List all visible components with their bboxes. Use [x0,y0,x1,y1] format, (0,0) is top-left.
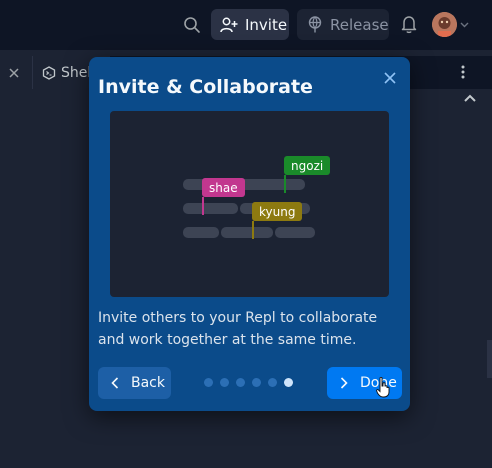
side-panel-edge [487,340,492,378]
step-dot[interactable] [220,378,229,387]
invite-button[interactable]: Invite [211,9,289,40]
release-label: Release [330,15,389,34]
chevron-right-icon [340,377,348,389]
back-label: Back [131,375,165,391]
invite-label: Invite [245,15,288,34]
back-button[interactable]: Back [98,367,171,399]
done-button[interactable]: Done [327,367,402,399]
cursor-flag-ngozi: ngozi [284,156,331,175]
step-dot[interactable] [268,378,277,387]
avatar[interactable] [432,12,457,37]
step-dot[interactable] [284,378,293,387]
more-options-icon[interactable] [456,64,470,80]
cursor-kyung [252,221,254,239]
popup-description: Invite others to your Repl to collaborat… [98,310,378,348]
code-line [275,227,315,238]
popup-title: Invite & Collaborate [98,76,313,98]
search-icon[interactable] [182,15,202,35]
chevron-down-icon[interactable] [460,20,469,29]
add-user-icon [220,17,238,32]
release-icon [308,16,322,33]
cursor-ngozi [284,175,286,193]
close-tab-icon[interactable] [8,67,20,79]
bell-icon[interactable] [400,14,418,34]
chevron-left-icon [111,377,119,389]
cursor-flag-kyung: kyung [252,202,303,221]
close-icon[interactable] [383,71,397,85]
code-line [183,227,219,238]
mouse-cursor-icon [376,377,390,398]
step-indicator [204,378,293,387]
step-dot[interactable] [236,378,245,387]
code-line [221,227,273,238]
step-dot[interactable] [252,378,261,387]
cursor-shae [202,197,204,215]
collaboration-illustration: shae ngozi kyung [110,111,389,297]
tab-divider [32,56,33,89]
top-header: Invite Release [0,0,492,50]
release-button[interactable]: Release [297,9,389,40]
chevron-up-icon[interactable] [463,92,477,104]
step-dot[interactable] [204,378,213,387]
shell-icon [42,65,56,80]
code-line [183,203,238,214]
cursor-flag-shae: shae [202,178,245,197]
invite-popup: Invite & Collaborate shae ngozi kyung In… [89,57,410,411]
